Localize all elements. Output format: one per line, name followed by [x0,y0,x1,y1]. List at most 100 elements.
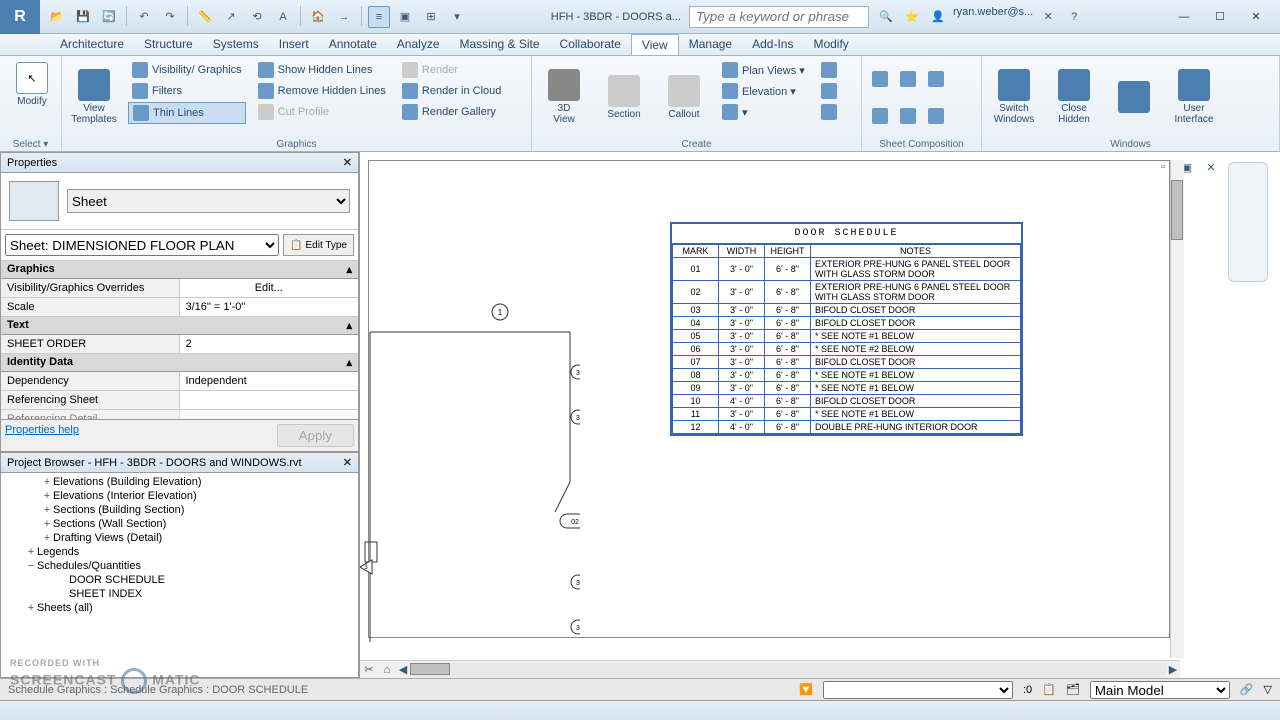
more-views-button[interactable]: ▾ [718,102,809,122]
section-button[interactable]: Section [594,58,654,136]
callout-button[interactable]: Callout [654,58,714,136]
thin-lines-button[interactable]: Thin Lines [128,102,246,124]
sheet-order-value[interactable]: 2 [180,335,359,353]
sel-filter-icon[interactable]: ▽ [1264,683,1272,696]
menu-structure[interactable]: Structure [134,34,203,55]
revisions-icon[interactable] [868,99,892,132]
undo-icon[interactable]: ↶ [133,6,155,28]
table-row[interactable]: 023' - 0"6' - 8"EXTERIOR PRE-HUNG 6 PANE… [673,281,1021,304]
guide-grid-icon[interactable] [896,99,920,132]
navigation-bar[interactable] [1228,162,1268,282]
table-row[interactable]: 073' - 0"6' - 8"BIFOLD CLOSET DOOR [673,356,1021,369]
tree-item[interactable]: −Schedules/Quantities [1,559,358,573]
menu-modify[interactable]: Modify [803,34,858,55]
tree-item[interactable]: +Elevations (Building Elevation) [1,475,358,489]
title-block-icon[interactable] [924,62,948,95]
duplicate-icon[interactable] [817,60,841,80]
view-icon[interactable] [896,62,920,95]
tree-item[interactable]: +Legends [1,545,358,559]
project-tree[interactable]: +Elevations (Building Elevation)+Elevati… [1,473,358,677]
text-icon[interactable]: A [272,6,294,28]
signout-icon[interactable]: ✕ [1037,6,1059,28]
redo-icon[interactable]: ↷ [159,6,181,28]
schedule-icon[interactable] [817,102,841,122]
3d-view-button[interactable]: 3D View [534,58,594,136]
menu-addins[interactable]: Add-Ins [742,34,803,55]
align-icon[interactable]: ↗ [220,6,242,28]
menu-systems[interactable]: Systems [203,34,269,55]
cat-text[interactable]: Text [7,319,29,332]
table-row[interactable]: 113' - 0"6' - 8"* SEE NOTE #1 BELOW [673,408,1021,421]
app-logo[interactable]: R [0,0,40,34]
link-icon[interactable]: 🔗 [1240,683,1254,696]
render-cloud-button[interactable]: Render in Cloud [398,81,506,101]
crop-icon[interactable]: ✂ [360,662,378,678]
dimension-icon[interactable]: ⟲ [246,6,268,28]
visibility-graphics-button[interactable]: Visibility/ Graphics [128,60,246,80]
plan-views-button[interactable]: Plan Views ▾ [718,60,809,80]
menu-manage[interactable]: Manage [679,34,742,55]
type-selector[interactable]: Sheet [67,189,350,213]
tile-icon[interactable] [1104,58,1164,136]
scroll-left-icon[interactable]: ◀ [396,659,410,679]
user-icon[interactable]: 👤 [927,6,949,28]
table-row[interactable]: 083' - 0"6' - 8"* SEE NOTE #1 BELOW [673,369,1021,382]
remove-hidden-lines-button[interactable]: Remove Hidden Lines [254,81,390,101]
minimize-button[interactable]: — [1170,7,1198,27]
menu-architecture[interactable]: Architecture [50,34,134,55]
properties-help-link[interactable]: Properties help [5,424,79,447]
switch-windows-button[interactable]: Switch Windows [984,58,1044,136]
sync-icon[interactable]: 🔄 [98,6,120,28]
save-icon[interactable]: 💾 [72,6,94,28]
maximize-button[interactable]: ☐ [1206,7,1234,27]
filter-icon[interactable]: 🔽 [799,683,813,696]
properties-close-icon[interactable]: ✕ [343,156,352,169]
table-row[interactable]: 063' - 0"6' - 8"* SEE NOTE #2 BELOW [673,343,1021,356]
search-input[interactable] [689,6,869,28]
table-row[interactable]: 124' - 0"6' - 8"DOUBLE PRE-HUNG INTERIOR… [673,421,1021,434]
tree-item[interactable]: +Sections (Wall Section) [1,517,358,531]
table-row[interactable]: 093' - 0"6' - 8"* SEE NOTE #1 BELOW [673,382,1021,395]
menu-analyze[interactable]: Analyze [387,34,450,55]
cat-graphics[interactable]: Graphics [7,263,55,276]
show-hidden-lines-button[interactable]: Show Hidden Lines [254,60,390,80]
legend-icon[interactable] [817,81,841,101]
view-templates-button[interactable]: View Templates [64,58,124,136]
elevation-button[interactable]: Elevation ▾ [718,81,809,101]
switch-win-icon[interactable]: ⊞ [420,6,442,28]
schedule-header[interactable]: HEIGHT [765,245,811,258]
scroll-right-icon[interactable]: ▶ [1166,659,1180,679]
key-icon[interactable]: ⭐ [901,6,923,28]
tree-item[interactable]: SHEET INDEX [1,587,358,601]
sheet-icon[interactable] [868,62,892,95]
view-close-icon[interactable]: ✕ [1200,156,1222,178]
floor-plan-view[interactable]: 1 3 3 02 3 3 3 [360,302,580,642]
scale-value[interactable]: 3/16" = 1'-0" [180,298,359,316]
menu-insert[interactable]: Insert [269,34,319,55]
table-row[interactable]: 104' - 0"6' - 8"BIFOLD CLOSET DOOR [673,395,1021,408]
open-icon[interactable]: 📂 [46,6,68,28]
browser-close-icon[interactable]: ✕ [343,456,352,469]
close-hidden-button[interactable]: Close Hidden [1044,58,1104,136]
vertical-scrollbar[interactable] [1170,160,1184,658]
instance-selector[interactable]: Sheet: DIMENSIONED FLOOR PLAN [5,234,279,256]
schedule-header[interactable]: NOTES [811,245,1021,258]
worksets-select[interactable] [823,681,1013,699]
drawing-area[interactable]: 1 3 3 02 3 3 3 DOOR SCHEDULE MARKWIDTHHE… [360,152,1280,678]
user-interface-button[interactable]: User Interface [1164,58,1224,136]
schedule-header[interactable]: WIDTH [719,245,765,258]
cat-identity[interactable]: Identity Data [7,356,73,369]
menu-collaborate[interactable]: Collaborate [550,34,631,55]
tree-item[interactable]: +Elevations (Interior Elevation) [1,489,358,503]
modify-button[interactable]: ↖ Modify [2,58,62,111]
thin-lines-icon[interactable]: ≡ [368,6,390,28]
table-row[interactable]: 013' - 0"6' - 8"EXTERIOR PRE-HUNG 6 PANE… [673,258,1021,281]
apply-button[interactable]: Apply [277,424,354,447]
table-row[interactable]: 043' - 0"6' - 8"BIFOLD CLOSET DOOR [673,317,1021,330]
customize-icon[interactable]: ▾ [446,6,468,28]
menu-massingsite[interactable]: Massing & Site [450,34,550,55]
help-icon[interactable]: ? [1063,6,1085,28]
edit-type-button[interactable]: 📋 Edit Type [283,234,354,256]
close-hidden-icon[interactable]: ▣ [394,6,416,28]
home-icon[interactable]: ⌂ [378,662,396,678]
